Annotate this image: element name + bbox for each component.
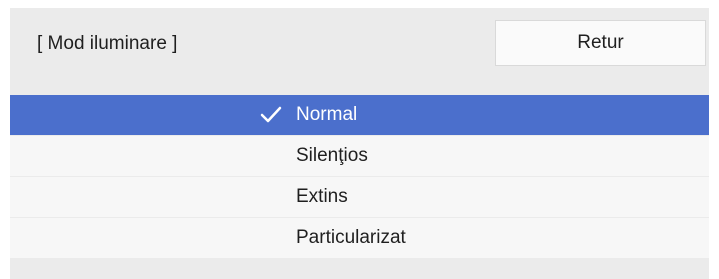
back-button[interactable]: Retur xyxy=(495,20,706,66)
option-normal[interactable]: Normal xyxy=(10,95,709,135)
light-mode-panel: [ Mod iluminare ] Retur Normal Silenţios… xyxy=(10,8,709,279)
light-mode-options: Normal Silenţios Extins Particularizat xyxy=(10,95,709,259)
panel-title: [ Mod iluminare ] xyxy=(37,33,178,54)
option-silentios[interactable]: Silenţios xyxy=(10,136,709,176)
option-extins[interactable]: Extins xyxy=(10,177,709,217)
option-label: Extins xyxy=(296,186,348,207)
option-label: Particularizat xyxy=(296,227,406,248)
check-icon xyxy=(260,106,282,123)
option-label: Normal xyxy=(296,104,358,125)
option-particularizat[interactable]: Particularizat xyxy=(10,218,709,258)
option-label: Silenţios xyxy=(296,145,368,166)
